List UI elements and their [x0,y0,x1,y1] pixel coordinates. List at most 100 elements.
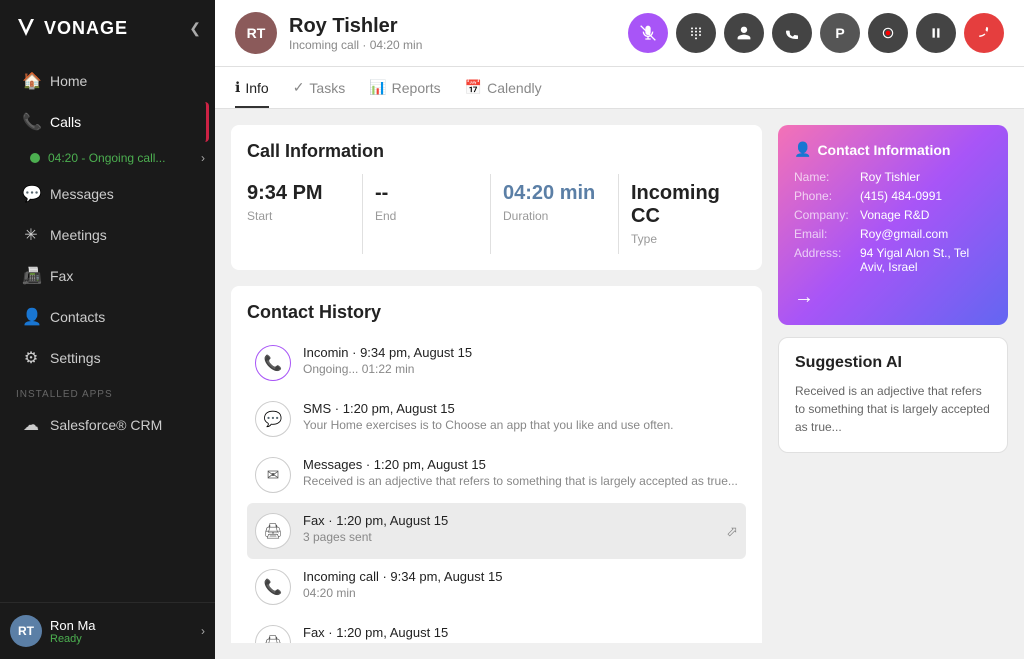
tasks-tab-icon: ✓ [293,79,305,96]
sidebar-item-calls[interactable]: 📞 Calls [6,102,209,142]
info-tab-icon: ℹ [235,79,240,96]
history-item-1[interactable]: 📞 Incomin · 9:34 pm, August 15 Ongoing..… [247,335,746,391]
sidebar-footer[interactable]: RT Ron Ma Ready › [0,602,215,659]
reports-tab-label: Reports [392,80,441,96]
sidebar-item-meetings-label: Meetings [50,227,107,243]
history-icon-6: 🖨 [255,625,291,643]
history-desc-1: Ongoing... 01:22 min [303,362,738,376]
info-tab-label: Info [245,80,268,96]
contact-card-title: Contact Information [817,142,950,158]
history-icon-3: ✉ [255,457,291,493]
salesforce-icon: ☁ [22,415,40,435]
sidebar-collapse-button[interactable]: ❮ [189,20,201,37]
sidebar-item-contacts[interactable]: 👤 Contacts [6,297,209,337]
tab-tasks[interactable]: ✓ Tasks [293,67,346,108]
contact-card-arrow[interactable]: → [794,286,992,309]
history-icon-1: 📞 [255,345,291,381]
caller-name: Roy Tishler [289,15,422,38]
history-content-4: Fax · 1:20 pm, August 15 3 pages sent [303,513,714,544]
pause-icon [929,26,943,40]
history-action-4[interactable]: ⬀ [726,523,738,540]
transfer-button[interactable] [772,13,812,53]
history-content-2: SMS · 1:20 pm, August 15 Your Home exerc… [303,401,738,432]
sidebar-item-home[interactable]: 🏠 Home [6,61,209,101]
sidebar-item-home-label: Home [50,73,87,89]
contact-name-label: Name: [794,170,854,184]
call-end-cell: -- End [363,174,491,254]
park-button[interactable]: P [820,13,860,53]
call-information-title: Call Information [247,141,746,162]
call-duration-cell: 04:20 min Duration [491,174,619,254]
contact-button[interactable] [724,13,764,53]
end-call-button[interactable] [964,13,1004,53]
call-type-label: Type [631,232,734,246]
sidebar-item-fax[interactable]: 📠 Fax [6,256,209,296]
caller-info: RT Roy Tishler Incoming call · 04:20 min [235,12,422,54]
contact-history-title: Contact History [247,302,746,323]
contact-icon [736,25,752,41]
sidebar-item-meetings[interactable]: ✳ Meetings [6,215,209,255]
call-end-value: -- [375,182,478,205]
call-start-value: 9:34 PM [247,182,350,205]
contact-email-row: Email: Roy@gmail.com [794,227,992,241]
ongoing-call-item[interactable]: 04:20 - Ongoing call... › [0,143,215,173]
history-content-3: Messages · 1:20 pm, August 15 Received i… [303,457,738,488]
call-information-card: Call Information 9:34 PM Start -- End 04… [231,125,762,270]
reports-tab-icon: 📊 [369,79,386,96]
sidebar-item-salesforce[interactable]: ☁ Salesforce® CRM [6,405,209,445]
home-icon: 🏠 [22,71,40,91]
history-title-2: SMS · 1:20 pm, August 15 [303,401,738,416]
left-column: Call Information 9:34 PM Start -- End 04… [231,125,762,643]
tab-calendly[interactable]: 📅 Calendly [465,67,542,108]
contact-phone-label: Phone: [794,189,854,203]
user-name: Ron Ma [50,618,193,633]
contact-name-row: Name: Roy Tishler [794,170,992,184]
history-desc-5: 04:20 min [303,586,738,600]
contact-history-card: Contact History 📞 Incomin · 9:34 pm, Aug… [231,286,762,643]
installed-apps-section-label: INSTALLED APPS [0,379,215,404]
sidebar: VONAGE ❮ 🏠 Home 📞 Calls 04:20 - Ongoing … [0,0,215,659]
contact-address-row: Address: 94 Yigal Alon St., Tel Aviv, Is… [794,246,992,274]
hold-button[interactable] [916,13,956,53]
sidebar-navigation: 🏠 Home 📞 Calls 04:20 - Ongoing call... ›… [0,56,215,602]
user-status: Ready [50,633,193,645]
tab-info[interactable]: ℹ Info [235,67,269,108]
call-type-cell: Incoming CC Type [619,174,746,254]
history-content-5: Incoming call · 9:34 pm, August 15 04:20… [303,569,738,600]
sidebar-item-calls-label: Calls [50,114,81,130]
keypad-button[interactable] [676,13,716,53]
ongoing-call-text: 04:20 - Ongoing call... [48,151,201,165]
call-duration-value: 04:20 min [503,182,606,205]
settings-icon: ⚙ [22,348,40,368]
main-content: RT Roy Tishler Incoming call · 04:20 min [215,0,1024,659]
contact-phone-value: (415) 484-0991 [860,189,942,203]
user-info: Ron Ma Ready [50,618,193,645]
caller-avatar: RT [235,12,277,54]
sidebar-header: VONAGE ❮ [0,0,215,56]
history-item-4[interactable]: 🖨 Fax · 1:20 pm, August 15 3 pages sent … [247,503,746,559]
sidebar-item-settings[interactable]: ⚙ Settings [6,338,209,378]
mute-button[interactable] [628,13,668,53]
suggestion-ai-text: Received is an adjective that refers to … [795,382,991,436]
sidebar-item-messages[interactable]: 💬 Messages [6,174,209,214]
history-item-6[interactable]: 🖨 Fax · 1:20 pm, August 15 1 pages recei… [247,615,746,643]
suggestion-ai-title: Suggestion AI [795,354,991,372]
calendly-tab-label: Calendly [487,80,541,96]
contact-company-label: Company: [794,208,854,222]
history-item-2[interactable]: 💬 SMS · 1:20 pm, August 15 Your Home exe… [247,391,746,447]
user-avatar: RT [10,615,42,647]
ongoing-call-chevron: › [201,151,205,165]
history-item-5[interactable]: 📞 Incoming call · 9:34 pm, August 15 04:… [247,559,746,615]
history-title-5: Incoming call · 9:34 pm, August 15 [303,569,738,584]
fax-icon: 📠 [22,266,40,286]
keypad-icon [688,25,704,41]
record-button[interactable] [868,13,908,53]
tasks-tab-label: Tasks [309,80,345,96]
contact-address-label: Address: [794,246,854,274]
tab-reports[interactable]: 📊 Reports [369,67,440,108]
vonage-logo: VONAGE [14,16,128,40]
history-item-3[interactable]: ✉ Messages · 1:20 pm, August 15 Received… [247,447,746,503]
contact-email-value: Roy@gmail.com [860,227,948,241]
history-title-6: Fax · 1:20 pm, August 15 [303,625,738,640]
end-call-icon [976,25,992,41]
